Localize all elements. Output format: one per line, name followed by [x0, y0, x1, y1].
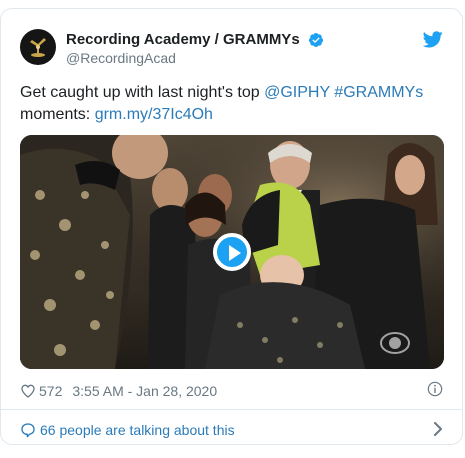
account-name-block[interactable]: Recording Academy / GRAMMYs @RecordingAc…: [66, 31, 324, 67]
account-handle[interactable]: @RecordingAcad: [66, 49, 324, 67]
hashtag-link-grammys[interactable]: #GRAMMYs: [334, 84, 423, 101]
display-name[interactable]: Recording Academy / GRAMMYs: [66, 31, 300, 49]
play-icon: [229, 245, 241, 261]
tweet-text-moments: moments:: [20, 106, 95, 123]
short-url-link[interactable]: grm.my/37Ic4Oh: [95, 106, 213, 123]
talking-about-label[interactable]: 66 people are talking about this: [40, 422, 235, 438]
tweet-meta: 572 3:55 AM - Jan 28, 2020: [20, 380, 443, 400]
mention-link-giphy[interactable]: @GIPHY: [264, 84, 330, 101]
heart-icon[interactable]: [20, 383, 36, 399]
tweet-timestamp[interactable]: 3:55 AM - Jan 28, 2020: [72, 383, 217, 399]
twitter-bird-icon[interactable]: [423, 31, 443, 48]
chevron-right-icon[interactable]: [433, 422, 443, 436]
tweet-card: Recording Academy / GRAMMYs @RecordingAc…: [0, 8, 463, 445]
video-thumbnail[interactable]: [20, 135, 444, 369]
info-icon[interactable]: [427, 381, 443, 397]
tweet-header: Recording Academy / GRAMMYs @RecordingAc…: [20, 29, 443, 73]
tweet-text-intro: Get caught up with last night's top: [20, 84, 265, 101]
gramophone-logo-icon: [21, 30, 55, 64]
avatar[interactable]: [20, 29, 56, 65]
conversation-link[interactable]: 66 people are talking about this: [20, 419, 443, 439]
verified-badge-icon: [309, 33, 324, 47]
speech-bubble-icon: [21, 423, 35, 438]
tweet-text: Get caught up with last night's top @GIP…: [20, 82, 440, 126]
play-button[interactable]: [213, 233, 251, 271]
footer-divider: [1, 409, 462, 410]
like-count[interactable]: 572: [39, 383, 62, 399]
